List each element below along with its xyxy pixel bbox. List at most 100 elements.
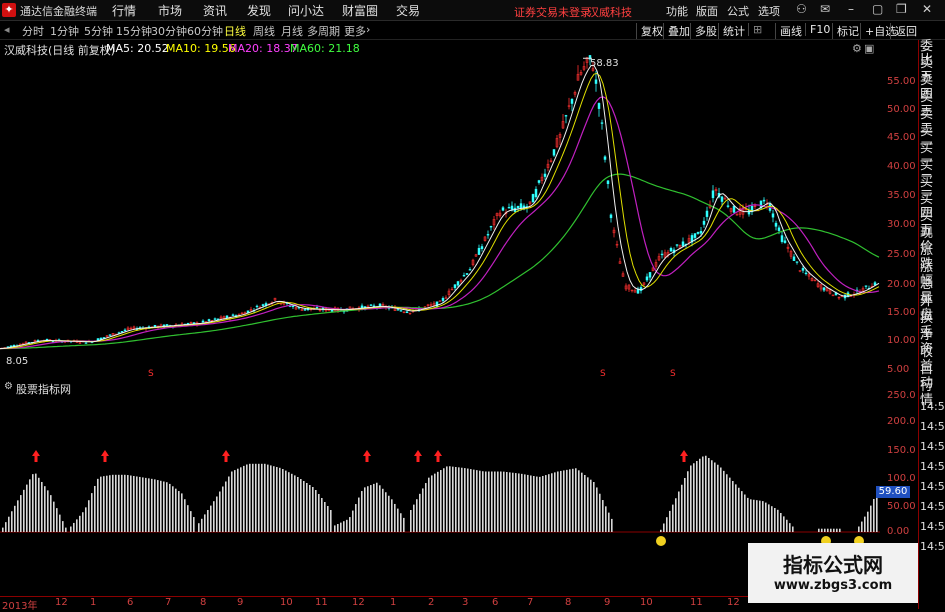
menu-xiaoda[interactable]: 问小达: [288, 2, 324, 19]
menu-market-quote[interactable]: 行情: [112, 2, 136, 19]
tool-function[interactable]: 功能: [666, 3, 688, 19]
candle-body: [480, 246, 484, 249]
more-chevron-icon[interactable]: ›: [366, 23, 370, 36]
candle-body: [531, 194, 535, 203]
indicator-bar: [437, 471, 439, 532]
indicator-bar: [106, 475, 108, 532]
close-icon[interactable]: ✕: [922, 2, 932, 16]
tool-mark[interactable]: 标记: [832, 23, 859, 39]
tab-period-1min[interactable]: 1分钟: [50, 23, 79, 39]
side-label[interactable]: 14:50: [920, 480, 945, 494]
candle-body: [669, 247, 673, 252]
tool-draw[interactable]: 画线: [775, 23, 802, 39]
signal-s-icon: S: [600, 369, 606, 379]
tool-multi-stock[interactable]: 多股: [690, 23, 717, 39]
title-bar: ✦ 通达信金融终端 行情 市场 资讯 发现 问小达 财富圈 交易 证券交易未登录…: [0, 0, 945, 21]
indicator-bar: [216, 496, 218, 532]
tab-period-more[interactable]: 更多: [344, 23, 366, 39]
indicator-bar: [225, 481, 227, 532]
indicator-bar: [327, 506, 329, 532]
minimize-icon[interactable]: –: [848, 2, 854, 16]
low-price-label: 8.05: [6, 356, 29, 367]
indicator-bar: [109, 475, 111, 532]
candle-body: [597, 103, 601, 109]
candle-body: [693, 233, 697, 238]
menu-market[interactable]: 市场: [158, 2, 182, 19]
restore-icon[interactable]: ❐: [896, 2, 907, 16]
indicator-bar: [23, 489, 25, 532]
tool-back[interactable]: 返回: [890, 23, 917, 39]
tab-period-daily[interactable]: 日线: [224, 23, 246, 39]
candle-body: [153, 324, 157, 327]
tool-adjust[interactable]: 复权: [636, 23, 663, 39]
menu-news[interactable]: 资讯: [203, 2, 227, 19]
tab-period-weekly[interactable]: 周线: [253, 23, 275, 39]
side-label[interactable]: 14:50: [920, 540, 945, 554]
candle-body: [696, 232, 700, 234]
tab-period-30min[interactable]: 30分钟: [151, 23, 187, 39]
tool-stats[interactable]: 统计: [718, 23, 745, 39]
tool-formula[interactable]: 公式: [727, 3, 749, 19]
indicator-bar: [297, 477, 299, 532]
indicator-bar: [294, 475, 296, 532]
indicator-bar: [330, 510, 332, 532]
indicator-bar: [824, 528, 826, 532]
pin-icon[interactable]: ⊞: [748, 23, 762, 36]
maximize-icon[interactable]: ▢: [872, 2, 883, 16]
side-label[interactable]: 14:50: [920, 420, 945, 434]
tool-overlay[interactable]: 叠加: [663, 23, 690, 39]
x-tick: 6: [492, 597, 499, 608]
indicator-bar: [340, 522, 342, 532]
indicator-bar: [228, 476, 230, 532]
indicator-bar: [65, 527, 67, 532]
indicator-bar: [343, 521, 345, 532]
indicator-bar: [830, 528, 832, 532]
menu-discover[interactable]: 发现: [247, 2, 271, 19]
tab-period-monthly[interactable]: 月线: [281, 23, 303, 39]
indicator-bar: [246, 464, 248, 532]
indicator-bar: [458, 467, 460, 532]
tab-period-multi[interactable]: 多周期: [307, 23, 340, 39]
indicator-bar: [602, 500, 604, 532]
indicator-bar: [557, 471, 559, 532]
candlestick-chart[interactable]: SSS: [0, 40, 880, 380]
indicator-bar: [684, 478, 686, 532]
tool-options[interactable]: 选项: [758, 3, 780, 19]
candle-body: [213, 318, 217, 320]
indicator-bar: [103, 476, 105, 532]
indicator-bar: [5, 522, 7, 532]
candle-body: [543, 173, 547, 177]
candle-body: [774, 222, 778, 227]
indicator-bar: [306, 483, 308, 532]
indicator-bar: [35, 473, 37, 532]
side-label[interactable]: 14:50: [920, 520, 945, 534]
indicator-bar: [792, 526, 794, 532]
side-label[interactable]: 14:50: [920, 440, 945, 454]
candle-body: [648, 272, 652, 278]
indicator-bar: [219, 491, 221, 532]
candle-body: [231, 314, 235, 316]
indicator-bar: [506, 472, 508, 532]
menu-fortune[interactable]: 财富圈: [342, 2, 378, 19]
candle-body: [216, 318, 220, 320]
menu-trade[interactable]: 交易: [396, 2, 420, 19]
indicator-bar: [455, 466, 457, 532]
tool-layout[interactable]: 版面: [696, 3, 718, 19]
tab-period-5min[interactable]: 5分钟: [84, 23, 113, 39]
indicator-settings-icon[interactable]: ⚙: [4, 381, 13, 392]
tab-period-15min[interactable]: 15分钟: [116, 23, 152, 39]
indicator-bar: [204, 514, 206, 532]
indicator-bar: [572, 468, 574, 532]
indicator-bar: [443, 468, 445, 532]
tool-f10[interactable]: F10: [805, 23, 830, 36]
mail-icon[interactable]: ✉: [820, 2, 830, 16]
login-warning[interactable]: 证券交易未登录: [514, 4, 591, 20]
tab-period-60min[interactable]: 60分钟: [187, 23, 223, 39]
tab-arrow-icon[interactable]: ◂: [4, 23, 10, 36]
shirt-icon[interactable]: ⚇: [796, 2, 807, 16]
side-label[interactable]: 14:50: [920, 400, 945, 414]
side-label[interactable]: 14:50: [920, 460, 945, 474]
side-label[interactable]: 14:50: [920, 500, 945, 514]
tab-period-intraday[interactable]: 分时: [22, 23, 44, 39]
indicator-bar: [861, 521, 863, 532]
